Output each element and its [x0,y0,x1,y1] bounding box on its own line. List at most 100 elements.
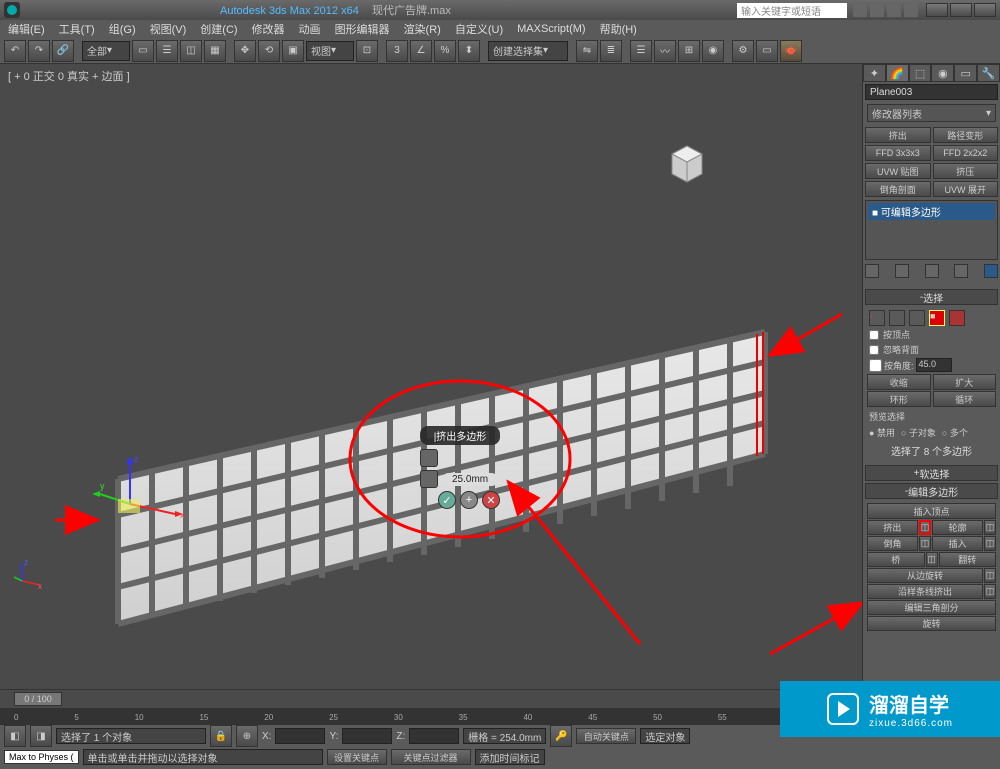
selkey-dropdown[interactable]: 选定对象 [640,728,690,744]
coord-mode-icon[interactable]: ⊕ [236,725,258,747]
mod-pathdeform-button[interactable]: 路径变形 [933,127,999,143]
rotate-button[interactable]: ⟲ [258,40,280,62]
radio-subobj[interactable]: ○ 子对象 [901,426,936,439]
poly-extrude-spline-settings-button[interactable]: ◫ [984,584,996,599]
status-icon-2[interactable]: ◨ [30,725,52,747]
curve-editor-button[interactable]: 〰 [654,40,676,62]
by-angle-checkbox[interactable] [869,359,882,372]
named-selset-dropdown[interactable]: 创建选择集 ▾ [488,41,568,61]
select-name-button[interactable]: ☰ [156,40,178,62]
object-name-field[interactable]: Plane003 [865,84,998,100]
subobj-border-icon[interactable] [909,310,925,326]
help-icon[interactable] [904,3,918,17]
modifier-list-dropdown[interactable]: 修改器列表▾ [867,104,996,122]
stack-show-icon[interactable] [895,264,909,278]
mod-chamfer-button[interactable]: 倒角剖面 [865,181,931,197]
redo-button[interactable]: ↷ [28,40,50,62]
mod-uvwmap-button[interactable]: UVW 贴图 [865,163,931,179]
poly-retri-button[interactable]: 旋转 [867,616,996,631]
subobj-polygon-icon[interactable]: ■ [929,310,945,326]
time-slider-handle[interactable]: 0 / 100 [14,692,62,706]
menu-views[interactable]: 视图(V) [144,21,193,37]
autokey-button[interactable]: 自动关键点 [576,728,636,744]
rollout-softsel[interactable]: + 软选择 [865,465,998,481]
render-button[interactable]: 🫖 [780,40,802,62]
poly-extrude-button[interactable]: 挤出 [867,520,918,535]
menu-edit[interactable]: 编辑(E) [2,21,51,37]
radio-disable[interactable]: ● 禁用 [869,426,895,439]
percent-snap-button[interactable]: % [434,40,456,62]
selection-filter-dropdown[interactable]: 全部 ▾ [82,41,130,61]
subobj-element-icon[interactable] [949,310,965,326]
schematic-button[interactable]: ⊞ [678,40,700,62]
move-button[interactable]: ✥ [234,40,256,62]
favorites-icon[interactable] [887,3,901,17]
ignore-backfacing-checkbox[interactable] [869,345,879,355]
menu-graph[interactable]: 图形编辑器 [329,21,396,37]
poly-outline-settings-button[interactable]: ◫ [984,520,996,535]
window-crossing-button[interactable]: ▦ [204,40,226,62]
poly-hinge-settings-button[interactable]: ◫ [984,568,996,583]
angle-snap-button[interactable]: ∠ [410,40,432,62]
signin-icon[interactable] [870,3,884,17]
select-button[interactable]: ▭ [132,40,154,62]
select-region-button[interactable]: ◫ [180,40,202,62]
menu-modifiers[interactable]: 修改器 [246,21,291,37]
y-input[interactable] [342,728,392,744]
menu-animation[interactable]: 动画 [293,21,327,37]
x-input[interactable] [275,728,325,744]
add-time-tag[interactable]: 添加时间标记 [475,749,545,765]
rollout-selection[interactable]: - 选择 [865,289,998,305]
refcoord-dropdown[interactable]: 视图 ▾ [306,41,354,61]
keyfilter-button[interactable]: 关键点过滤器 [391,749,471,765]
render-setup-button[interactable]: ⚙ [732,40,754,62]
mod-ffd3-button[interactable]: FFD 3x3x3 [865,145,931,161]
render-frame-button[interactable]: ▭ [756,40,778,62]
subobj-vertex-icon[interactable]: · [869,310,885,326]
mirror-button[interactable]: ⇋ [576,40,598,62]
maxscript-listener[interactable]: Max to Physes ( [4,750,79,764]
subobj-edge-icon[interactable] [889,310,905,326]
shrink-button[interactable]: 收缩 [867,374,931,390]
status-icon-1[interactable]: ◧ [4,725,26,747]
maximize-button[interactable] [950,3,972,17]
menu-help[interactable]: 帮助(H) [594,21,643,37]
modifier-stack[interactable]: ■ 可编辑多边形 [865,200,998,260]
radio-multi[interactable]: ○ 多个 [942,426,968,439]
caddy-ok-button[interactable]: ✓ [438,491,456,509]
viewport-label[interactable]: [ + 0 正交 0 真实 + 边面 ] [8,68,130,84]
link-button[interactable]: 🔗 [52,40,74,62]
stack-unique-icon[interactable] [925,264,939,278]
poly-inset-button[interactable]: 插入 [932,536,983,551]
tab-modify[interactable]: 🌈 [886,64,909,82]
mod-extrude-button[interactable]: 挤出 [865,127,931,143]
tab-utilities[interactable]: 🔧 [977,64,1000,82]
menu-customize[interactable]: 自定义(U) [449,21,509,37]
tab-motion[interactable]: ◉ [931,64,954,82]
menu-group[interactable]: 组(G) [103,21,142,37]
poly-bevel-button[interactable]: 倒角 [867,536,918,551]
app-logo[interactable] [4,2,20,18]
poly-edit-tri-button[interactable]: 编辑三角剖分 [867,600,996,615]
menu-maxscript[interactable]: MAXScript(M) [511,23,591,35]
viewcube[interactable] [662,136,712,186]
key-icon[interactable]: 🔑 [550,725,572,747]
pivot-button[interactable]: ⊡ [356,40,378,62]
close-button[interactable] [974,3,996,17]
align-button[interactable]: ≣ [600,40,622,62]
poly-inset-settings-button[interactable]: ◫ [984,536,996,551]
spinner-snap-button[interactable]: ⬍ [458,40,480,62]
caddy-cancel-button[interactable]: ✕ [482,491,500,509]
poly-extrude-settings-button[interactable]: ◫ [919,520,932,535]
snap-button[interactable]: 3 [386,40,408,62]
caddy-type-icon[interactable] [420,449,438,467]
tab-hierarchy[interactable]: ⬚ [909,64,932,82]
poly-bevel-settings-button[interactable]: ◫ [919,536,931,551]
mod-squeeze-button[interactable]: 挤压 [933,163,999,179]
caddy-apply-button[interactable]: + [460,491,478,509]
poly-outline-button[interactable]: 轮廓 [932,520,983,535]
lock-icon[interactable]: 🔒 [210,725,232,747]
layers-button[interactable]: ☰ [630,40,652,62]
viewport[interactable]: [ + 0 正交 0 真实 + 边面 ] [0,64,862,689]
ring-button[interactable]: 环形 [867,391,931,407]
